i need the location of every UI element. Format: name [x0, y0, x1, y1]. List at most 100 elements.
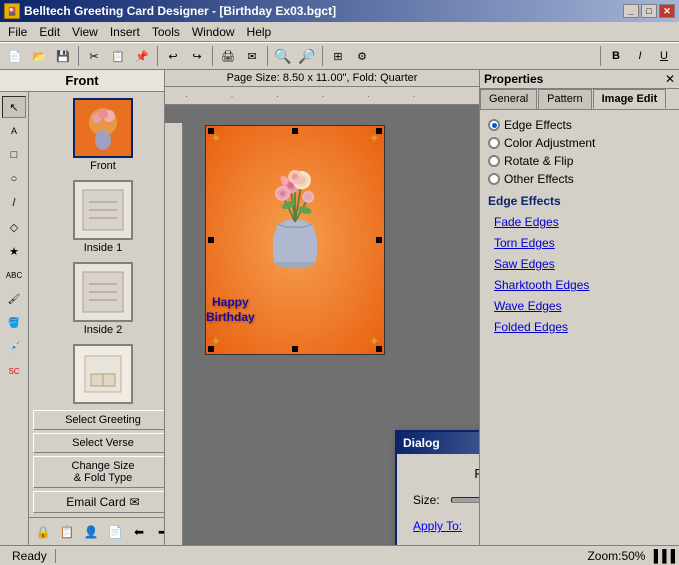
- radio-group-effects: Edge Effects Color Adjustment Rotate & F…: [488, 118, 671, 186]
- zoom-out-button[interactable]: 🔎: [296, 45, 318, 67]
- menu-file[interactable]: File: [2, 23, 33, 41]
- sc-tool[interactable]: SC: [2, 360, 26, 382]
- italic-button[interactable]: I: [629, 45, 651, 67]
- paint-tool[interactable]: 🖌: [2, 288, 26, 310]
- select-tool[interactable]: ↖: [2, 96, 26, 118]
- card-thumb-inside1[interactable]: [73, 180, 133, 240]
- card-thumb-back[interactable]: [73, 344, 133, 404]
- edge-fade[interactable]: Fade Edges: [488, 212, 671, 232]
- copy-button[interactable]: 📋: [107, 45, 129, 67]
- zoom-area: Zoom:50% ▐▐▐: [587, 549, 675, 563]
- edge-saw[interactable]: Saw Edges: [488, 254, 671, 274]
- edge-folded[interactable]: Folded Edges: [488, 317, 671, 337]
- select-verse-button[interactable]: Select Verse: [33, 433, 164, 453]
- paste-button[interactable]: 📌: [131, 45, 153, 67]
- open-button[interactable]: 📂: [28, 45, 50, 67]
- email-card-button[interactable]: Email Card ✉: [33, 491, 164, 513]
- tab-pattern[interactable]: Pattern: [538, 89, 591, 109]
- zoom-level: Zoom:50%: [587, 549, 645, 563]
- status-ready: Ready: [4, 549, 56, 563]
- radio-edge-effects[interactable]: Edge Effects: [488, 118, 671, 132]
- text-tool[interactable]: A: [2, 120, 26, 142]
- radio-rotate-circle[interactable]: [488, 155, 500, 167]
- edge-wave[interactable]: Wave Edges: [488, 296, 671, 316]
- card-list: Front Inside: [29, 92, 164, 406]
- menu-insert[interactable]: Insert: [104, 23, 146, 41]
- layer-icon-btn[interactable]: 📋: [57, 522, 77, 542]
- minimize-button[interactable]: _: [623, 4, 639, 18]
- new-button[interactable]: 📄: [4, 45, 26, 67]
- menu-help[interactable]: Help: [241, 23, 278, 41]
- apply-to-label: Apply To:: [413, 519, 479, 533]
- radio-edge-effects-label: Edge Effects: [504, 118, 572, 132]
- card-label-inside1: Inside 1: [84, 242, 123, 254]
- bold-button[interactable]: B: [605, 45, 627, 67]
- lock-icon-btn[interactable]: 🔒: [33, 522, 53, 542]
- menu-tools[interactable]: Tools: [146, 23, 186, 41]
- slider-row: Size: 5: [413, 493, 479, 507]
- redo-button[interactable]: ↪: [186, 45, 208, 67]
- menu-bar: File Edit View Insert Tools Window Help: [0, 22, 679, 42]
- card-item-inside2[interactable]: Inside 2: [71, 260, 135, 338]
- close-button[interactable]: ✕: [659, 4, 675, 18]
- underline-button[interactable]: U: [653, 45, 675, 67]
- slider-label: Size:: [413, 493, 443, 507]
- print-button[interactable]: 🖨: [217, 45, 239, 67]
- email-button[interactable]: ✉: [241, 45, 263, 67]
- radio-color-adj-circle[interactable]: [488, 137, 500, 149]
- card-thumb-front[interactable]: [73, 98, 133, 158]
- menu-view[interactable]: View: [66, 23, 104, 41]
- line-tool[interactable]: /: [2, 192, 26, 214]
- radio-rotate-flip[interactable]: Rotate & Flip: [488, 154, 671, 168]
- ellipse-tool[interactable]: ○: [2, 168, 26, 190]
- edge-sharktooth[interactable]: Sharktooth Edges: [488, 275, 671, 295]
- dialog-overlay: Dialog ✕ Fade Edge Setting: Size: 5 Appl…: [165, 70, 479, 545]
- edge-torn[interactable]: Torn Edges: [488, 233, 671, 253]
- card-item-back[interactable]: Back: [71, 342, 135, 406]
- undo-button[interactable]: ↩: [162, 45, 184, 67]
- save-button[interactable]: 💾: [52, 45, 74, 67]
- menu-window[interactable]: Window: [186, 23, 241, 41]
- abc-tool[interactable]: ABC: [2, 264, 26, 286]
- user-icon-btn[interactable]: 👤: [81, 522, 101, 542]
- star-tool[interactable]: ★: [2, 240, 26, 262]
- cut-button[interactable]: ✂: [83, 45, 105, 67]
- card-item-inside1[interactable]: Inside 1: [71, 178, 135, 256]
- grid-button[interactable]: ⊞: [327, 45, 349, 67]
- card-thumb-inside2[interactable]: [73, 262, 133, 322]
- edge-effects-list: Fade Edges Torn Edges Saw Edges Sharktoo…: [488, 212, 671, 337]
- dialog-title: Dialog: [403, 436, 440, 450]
- properties-header: Properties ✕: [480, 70, 679, 89]
- fill-tool[interactable]: 🪣: [2, 312, 26, 334]
- properties-close[interactable]: ✕: [665, 72, 675, 86]
- eyedrop-tool[interactable]: 💉: [2, 336, 26, 358]
- settings-button[interactable]: ⚙: [351, 45, 373, 67]
- maximize-button[interactable]: □: [641, 4, 657, 18]
- radio-color-adj-label: Color Adjustment: [504, 136, 595, 150]
- dialog-section-title: Fade Edge Setting:: [413, 466, 479, 481]
- slider-track[interactable]: [451, 497, 479, 503]
- change-size-button[interactable]: Change Size & Fold Type: [33, 456, 164, 488]
- copy-icon-btn[interactable]: 📄: [105, 522, 125, 542]
- tab-image-edit[interactable]: Image Edit: [593, 89, 667, 109]
- center-area: Page Size: 8.50 x 11.00", Fold: Quarter …: [165, 70, 479, 545]
- menu-edit[interactable]: Edit: [33, 23, 66, 41]
- rect-tool[interactable]: □: [2, 144, 26, 166]
- radio-other-circle[interactable]: [488, 173, 500, 185]
- polygon-tool[interactable]: ◇: [2, 216, 26, 238]
- tab-content-image-edit: Edge Effects Color Adjustment Rotate & F…: [480, 110, 679, 545]
- move-right-icon-btn[interactable]: ➡: [153, 522, 164, 542]
- card-label-front: Front: [90, 160, 116, 172]
- radio-edge-effects-circle[interactable]: [488, 119, 500, 131]
- tab-general[interactable]: General: [480, 89, 537, 109]
- dialog: Dialog ✕ Fade Edge Setting: Size: 5 Appl…: [395, 430, 479, 545]
- select-greeting-button[interactable]: Select Greeting: [33, 410, 164, 430]
- move-icon-btn[interactable]: ⬅: [129, 522, 149, 542]
- title-bar: 🎴 Belltech Greeting Card Designer - [Bir…: [0, 0, 679, 22]
- panel-header: Front: [0, 70, 164, 92]
- zoom-in-button[interactable]: 🔍: [272, 45, 294, 67]
- radio-other-effects[interactable]: Other Effects: [488, 172, 671, 186]
- card-item-front[interactable]: Front: [71, 96, 135, 174]
- radio-color-adjustment[interactable]: Color Adjustment: [488, 136, 671, 150]
- radio-other-label: Other Effects: [504, 172, 574, 186]
